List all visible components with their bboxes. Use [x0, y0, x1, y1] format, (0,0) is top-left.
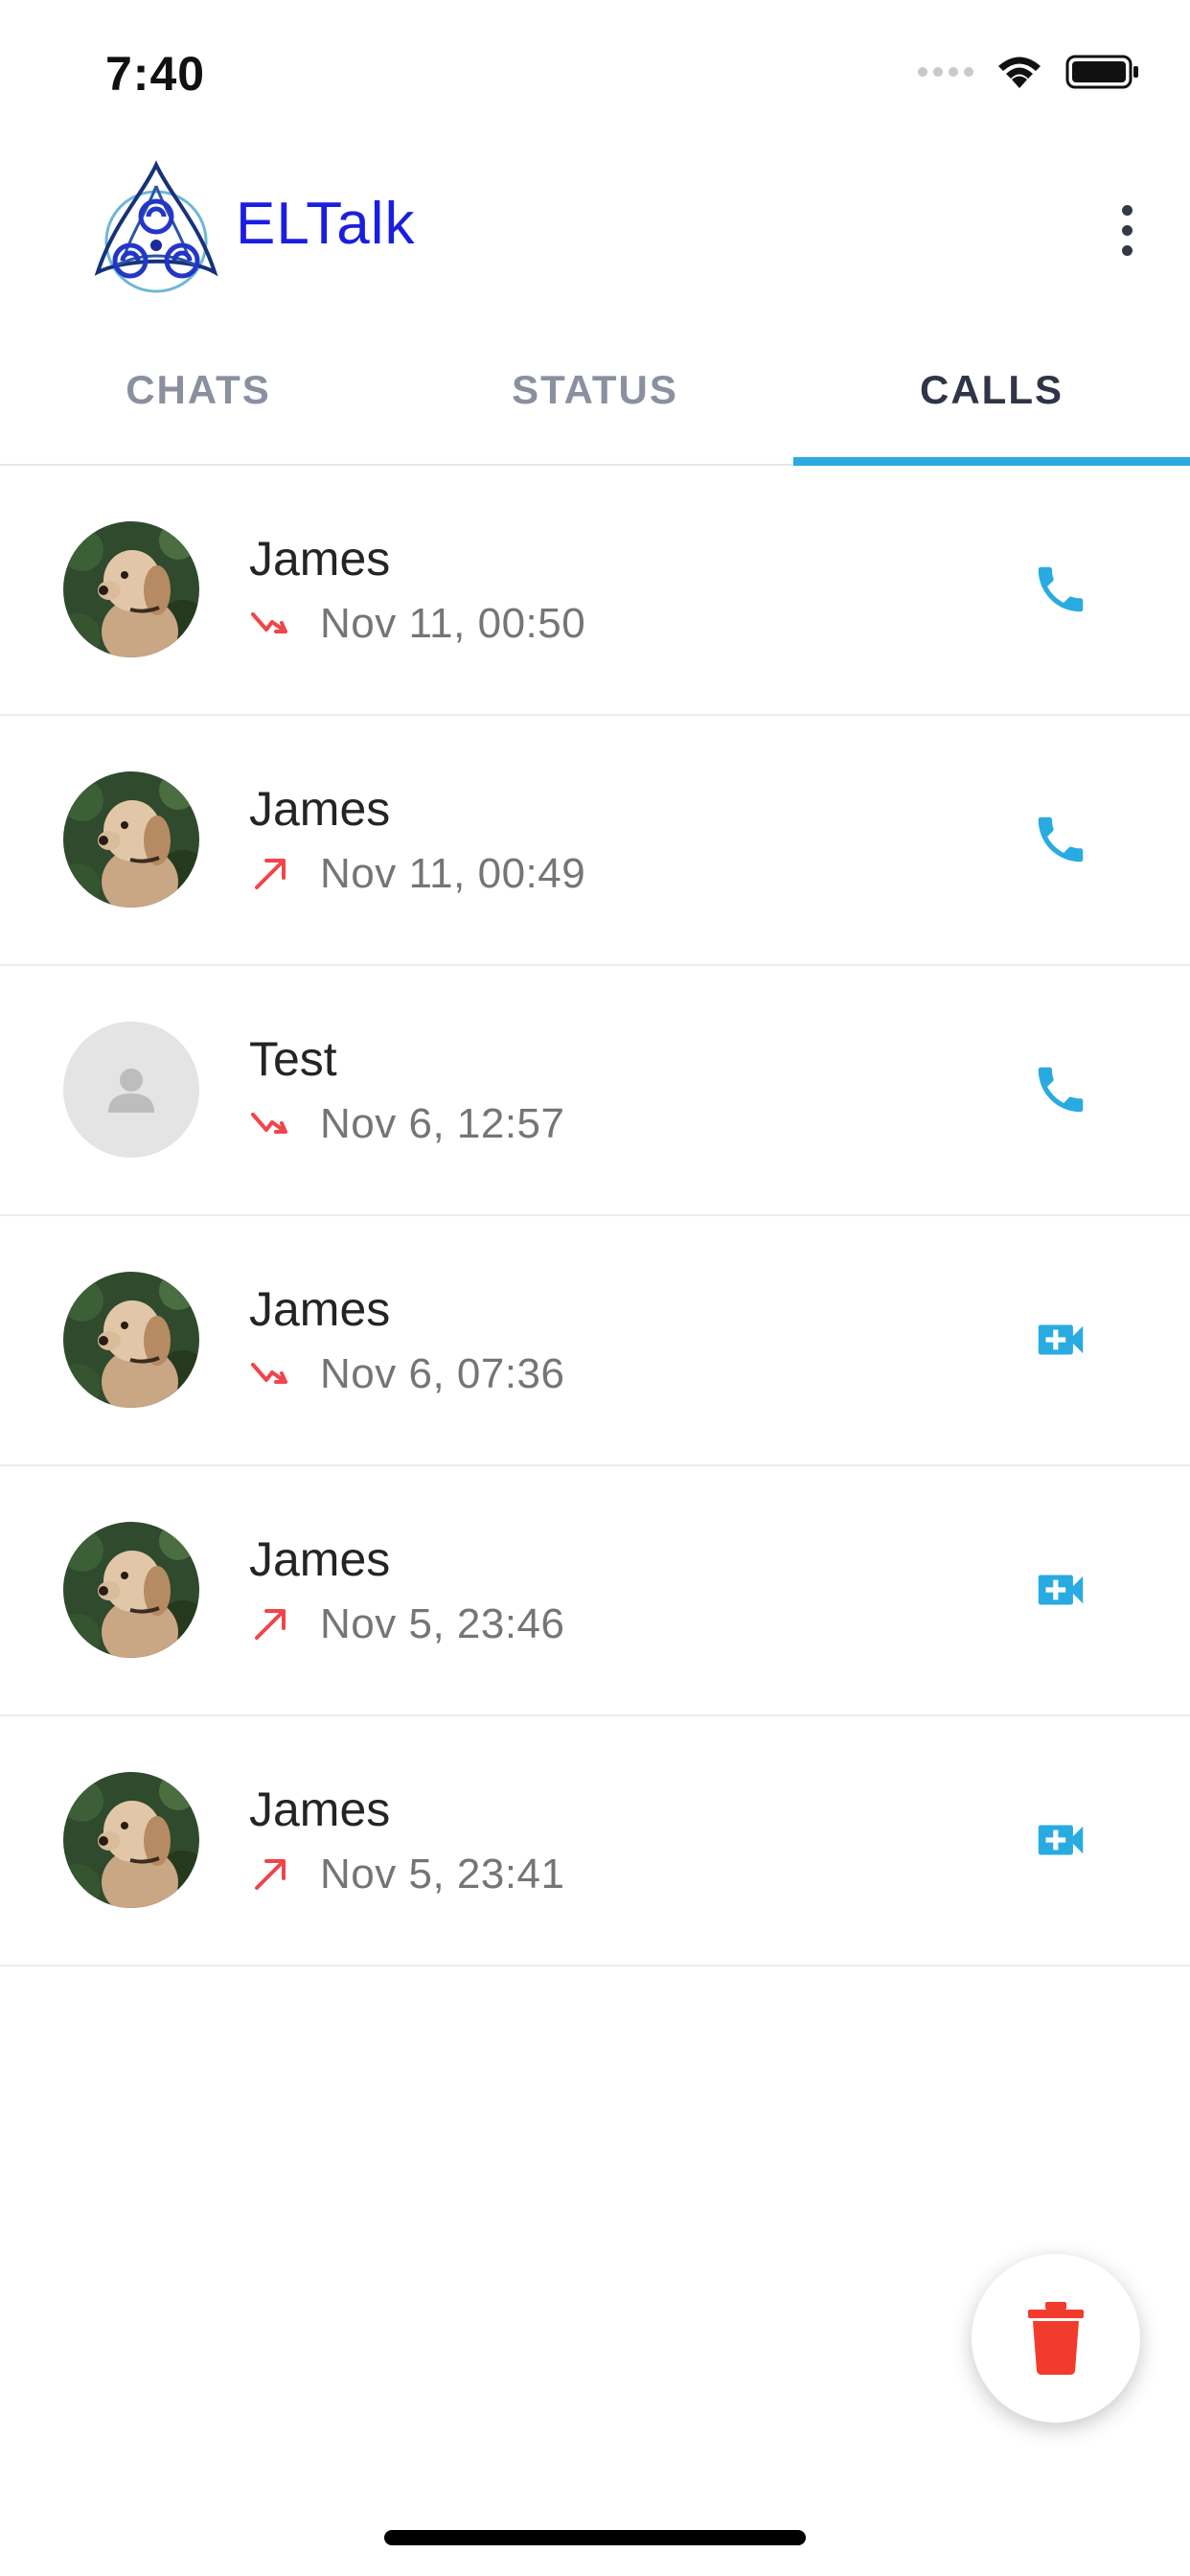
outgoing-call-icon	[249, 853, 291, 895]
phone-icon	[1031, 1060, 1090, 1124]
status-icons	[918, 54, 1140, 90]
outgoing-call-icon	[249, 1853, 291, 1896]
call-meta: Nov 5, 23:41	[249, 1851, 565, 1898]
avatar[interactable]	[63, 1772, 199, 1908]
call-row[interactable]: Test Nov 6, 12:57	[0, 966, 1190, 1216]
app-title: ELTalk	[236, 191, 416, 257]
default-avatar-icon[interactable]	[63, 1022, 199, 1158]
avatar[interactable]	[63, 1522, 199, 1658]
missed-call-icon	[249, 603, 291, 645]
caller-name: James	[249, 1782, 391, 1836]
tab-calls[interactable]: CALLS	[793, 316, 1190, 466]
missed-call-icon	[249, 1353, 291, 1395]
call-time: Nov 6, 12:57	[320, 1100, 565, 1147]
status-time: 7:40	[105, 47, 206, 101]
trash-icon	[1028, 2302, 1084, 2375]
call-meta: Nov 6, 07:36	[249, 1350, 565, 1398]
more-options-button[interactable]	[1098, 192, 1156, 268]
outgoing-call-icon	[249, 1603, 291, 1645]
video-call-icon	[1031, 1560, 1090, 1624]
home-indicator	[384, 2530, 806, 2545]
call-list: James Nov 11, 00:50 James Nov 11, 00:49 …	[0, 466, 1190, 1966]
phone-icon	[1031, 560, 1090, 624]
call-meta: Nov 11, 00:49	[249, 850, 585, 898]
call-row[interactable]: James Nov 5, 23:41	[0, 1716, 1190, 1966]
wifi-icon	[998, 57, 1041, 88]
call-meta: Nov 11, 00:50	[249, 600, 585, 648]
cellular-signal-icon	[918, 67, 973, 77]
avatar[interactable]	[63, 1272, 199, 1408]
video-call-button[interactable]	[1027, 1808, 1094, 1875]
caller-name: James	[249, 1282, 391, 1336]
missed-call-icon	[249, 1103, 291, 1145]
call-time: Nov 11, 00:49	[320, 850, 586, 897]
caller-name: James	[249, 1532, 391, 1586]
video-call-icon	[1031, 1810, 1090, 1874]
eltalk-logo-icon	[94, 160, 218, 293]
caller-name: Test	[249, 1032, 337, 1086]
call-time: Nov 11, 00:50	[320, 600, 586, 647]
battery-icon	[1065, 55, 1138, 89]
app-header: ELTalk	[0, 144, 1190, 316]
call-row[interactable]: James Nov 11, 00:49	[0, 716, 1190, 966]
caller-name: James	[249, 532, 391, 586]
avatar[interactable]	[63, 771, 199, 908]
video-call-button[interactable]	[1027, 1308, 1094, 1375]
call-time: Nov 5, 23:46	[320, 1600, 565, 1647]
call-row[interactable]: James Nov 5, 23:46	[0, 1466, 1190, 1716]
more-vertical-icon	[1121, 204, 1133, 216]
call-time: Nov 5, 23:41	[320, 1851, 565, 1898]
video-call-icon	[1031, 1310, 1090, 1374]
status-bar: 7:40	[0, 0, 1190, 144]
tab-chats[interactable]: CHATS	[0, 316, 397, 464]
phone-icon	[1031, 810, 1090, 874]
caller-name: James	[249, 782, 391, 836]
call-time: Nov 6, 07:36	[320, 1350, 565, 1397]
voice-call-button[interactable]	[1027, 808, 1094, 875]
voice-call-button[interactable]	[1027, 1058, 1094, 1125]
delete-calls-button[interactable]	[972, 2254, 1140, 2423]
call-row[interactable]: James Nov 6, 07:36	[0, 1216, 1190, 1466]
tab-status[interactable]: STATUS	[397, 316, 793, 464]
call-meta: Nov 6, 12:57	[249, 1100, 565, 1148]
tab-bar: CHATS STATUS CALLS	[0, 316, 1190, 466]
video-call-button[interactable]	[1027, 1558, 1094, 1625]
call-row[interactable]: James Nov 11, 00:50	[0, 466, 1190, 716]
call-meta: Nov 5, 23:46	[249, 1600, 565, 1648]
voice-call-button[interactable]	[1027, 558, 1094, 625]
avatar[interactable]	[63, 521, 199, 657]
